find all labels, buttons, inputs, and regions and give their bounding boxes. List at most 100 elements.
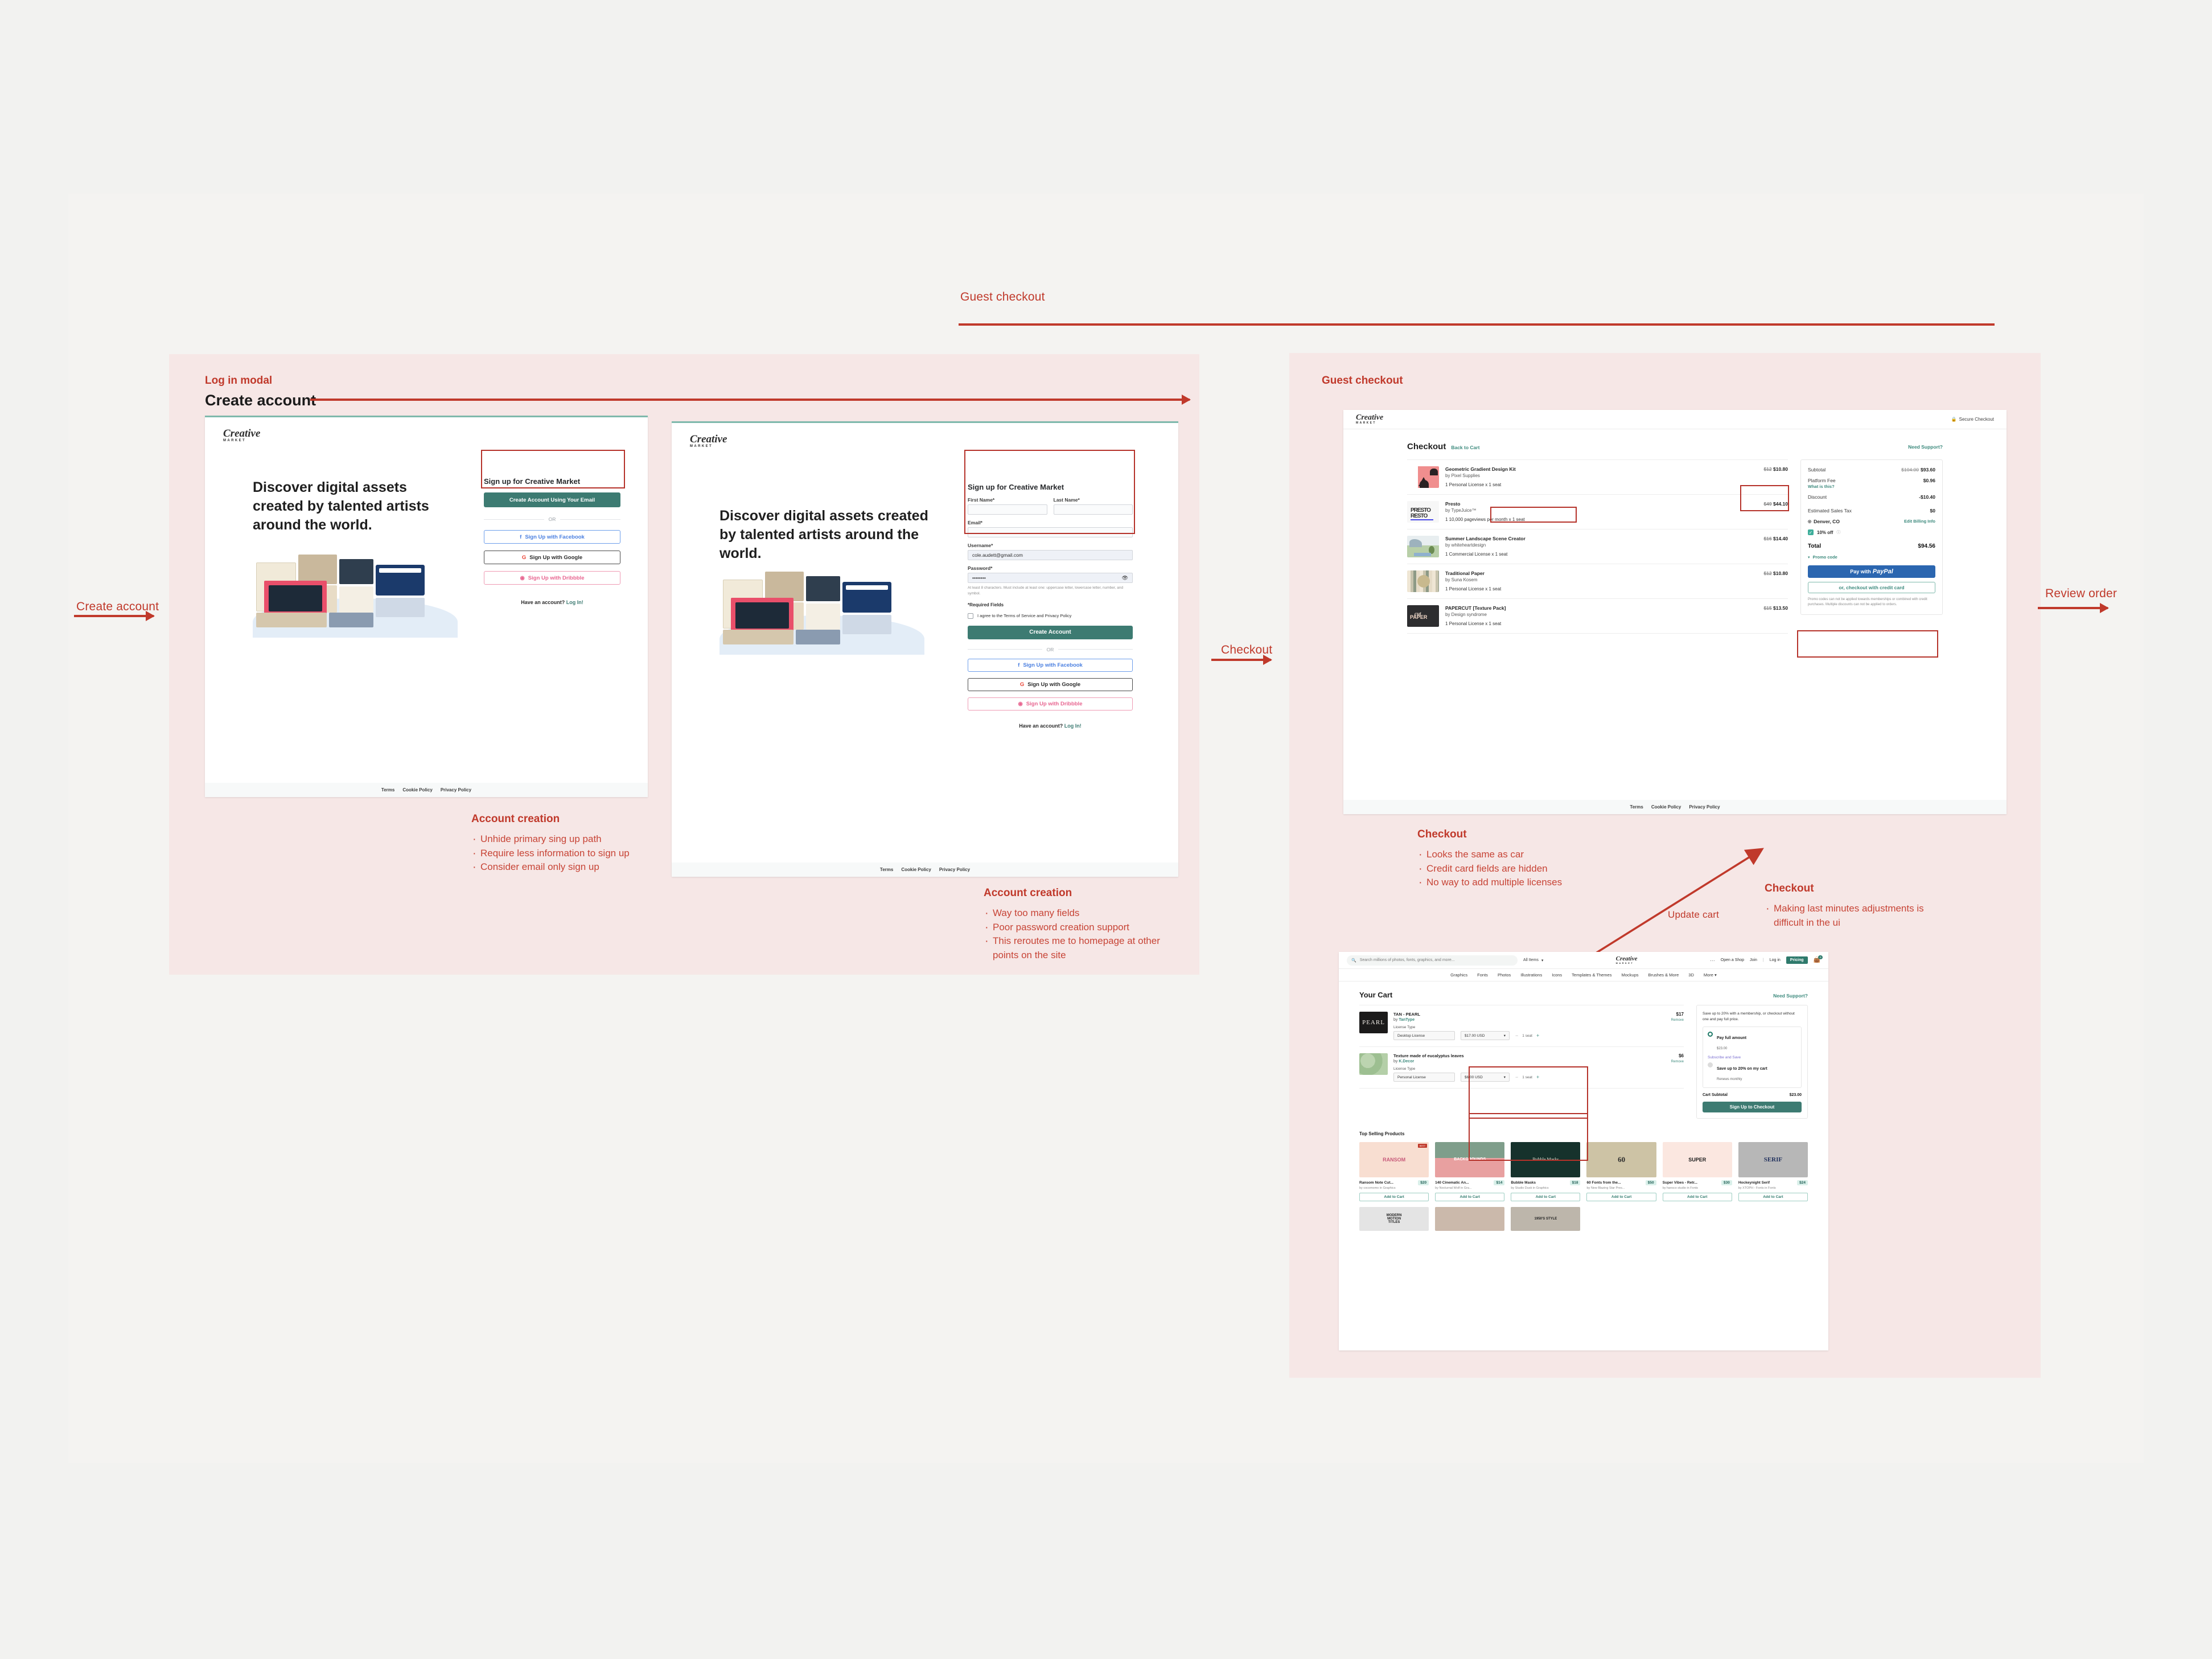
email-input[interactable]: [968, 527, 1133, 537]
first-name-input[interactable]: [968, 504, 1047, 515]
license-price-select-2[interactable]: $6.00 USD ▾: [1461, 1073, 1510, 1082]
mock-footer: Terms Cookie Policy Privacy Policy: [205, 783, 648, 797]
google-icon-2: G: [1019, 681, 1025, 688]
google-icon: G: [521, 554, 527, 561]
nav-item-brushes-more[interactable]: Brushes & More: [1648, 972, 1679, 978]
subscribe-and-save-link[interactable]: Subscribe and Save: [1708, 1056, 1796, 1060]
signup-dribbble-button[interactable]: ◉ Sign Up with Dribbble: [484, 571, 620, 585]
cart-icon[interactable]: 👜 0: [1814, 955, 1823, 963]
tos-row[interactable]: I agree to the Terms of Service and Priv…: [968, 613, 1133, 619]
nav-item-more[interactable]: More ▾: [1704, 972, 1717, 978]
pay-full-option[interactable]: Pay full amount $23.00: [1708, 1031, 1796, 1052]
product-card[interactable]: SERIF Hockeynight Serif $24 by XTOPH - F…: [1738, 1141, 1808, 1201]
footer-privacy-policy[interactable]: Privacy Policy: [441, 787, 471, 792]
product-card[interactable]: SUPER Super Vibes - Retr... $30 by hansc…: [1662, 1141, 1732, 1201]
hero-headline-2: Discover digital assets created by talen…: [719, 508, 928, 561]
cart-summary: Save up to 20% with a membership, or che…: [1696, 1005, 1808, 1119]
signup-google-button[interactable]: G Sign Up with Google: [484, 551, 620, 564]
promo-code-toggle[interactable]: ▾ Promo code: [1808, 555, 1935, 560]
all-items-dropdown[interactable]: All Items ▾: [1523, 958, 1543, 963]
decrement-seat-button-2[interactable]: −: [1515, 1074, 1518, 1080]
signup-facebook-button[interactable]: f Sign Up with Facebook: [484, 530, 620, 544]
search-input[interactable]: 🔍 Search millions of photos, fonts, grap…: [1347, 955, 1518, 966]
signup-facebook-button-2[interactable]: f Sign Up with Facebook: [968, 658, 1133, 672]
signup-column: Sign up for Creative Market Create Accou…: [484, 477, 620, 605]
edit-billing-link[interactable]: Edit Billing Info: [1904, 519, 1935, 524]
seat-stepper-2[interactable]: − 1 seat +: [1515, 1074, 1539, 1080]
login-link[interactable]: Log In!: [566, 599, 583, 605]
need-support-link[interactable]: Need Support?: [1908, 444, 1943, 450]
footer-terms-2[interactable]: Terms: [880, 867, 893, 872]
more-options-icon[interactable]: ···: [1710, 958, 1715, 963]
checkout-page-title: Checkout: [1407, 442, 1446, 451]
product-card[interactable]: Bubble Masks Bubble Masks $18 by Studio …: [1511, 1141, 1581, 1201]
license-price-select[interactable]: $17.00 USD ▾: [1461, 1031, 1510, 1040]
tos-checkbox[interactable]: [968, 613, 973, 619]
decrement-seat-button[interactable]: −: [1515, 1033, 1518, 1038]
nav-item-fonts[interactable]: Fonts: [1477, 972, 1488, 978]
nav-item-graphics[interactable]: Graphics: [1450, 972, 1467, 978]
remove-item-link-2[interactable]: Remove: [1671, 1060, 1684, 1063]
product-card[interactable]: MODERN MOTION TITLES: [1359, 1206, 1429, 1231]
add-to-cart-button[interactable]: Add to Cart: [1511, 1192, 1581, 1201]
product-card[interactable]: RANSOM BEST Ransom Note Cut... $20 by co…: [1359, 1141, 1429, 1201]
increment-seat-button[interactable]: +: [1536, 1033, 1539, 1038]
panel-label-guest-checkout: Guest checkout: [1322, 375, 1403, 387]
create-account-email-button[interactable]: Create Account Using Your Email: [484, 492, 620, 507]
need-support-link-cart[interactable]: Need Support?: [1773, 993, 1808, 999]
nav-item-3d[interactable]: 3D: [1688, 972, 1694, 978]
license-type-select[interactable]: Desktop License: [1393, 1031, 1455, 1040]
eye-icon[interactable]: 👁: [1122, 575, 1128, 581]
nav-item-photos[interactable]: Photos: [1498, 972, 1511, 978]
login-link-2[interactable]: Log In!: [1064, 723, 1082, 729]
create-account-button[interactable]: Create Account: [968, 625, 1133, 639]
password-input[interactable]: •••••••• 👁: [968, 573, 1133, 583]
nav-item-mockups[interactable]: Mockups: [1621, 972, 1638, 978]
remove-item-link[interactable]: Remove: [1671, 1019, 1684, 1022]
license-text: 1 10,000 pageviews per month x 1 seat: [1445, 517, 1525, 522]
seat-stepper[interactable]: − 1 seat +: [1515, 1033, 1539, 1038]
increment-seat-button-2[interactable]: +: [1536, 1074, 1539, 1080]
shop-link-2[interactable]: K.Decor: [1399, 1060, 1414, 1063]
signup-google-button-2[interactable]: G Sign Up with Google: [968, 677, 1133, 691]
save-20-option[interactable]: Save up to 20% on my cart Renews monthly: [1708, 1062, 1796, 1083]
open-shop-link[interactable]: Open a Shop: [1721, 958, 1744, 962]
footer-terms-3[interactable]: Terms: [1630, 804, 1643, 810]
add-to-cart-button[interactable]: Add to Cart: [1586, 1192, 1656, 1201]
signup-dribbble-button-2[interactable]: ◉ Sign Up with Dribbble: [968, 697, 1133, 711]
facebook-icon: f: [520, 533, 522, 540]
nav-item-templates-themes[interactable]: Templates & Themes: [1572, 972, 1611, 978]
add-to-cart-button[interactable]: Add to Cart: [1662, 1192, 1732, 1201]
license-type-select-2[interactable]: Personal License: [1393, 1073, 1455, 1082]
username-input[interactable]: cole.audett@gmail.com: [968, 550, 1133, 560]
summary-platform-fee: Platform Fee What is this? $0.96: [1808, 478, 1935, 489]
cart-topbar: 🔍 Search millions of photos, fonts, grap…: [1339, 952, 1828, 969]
add-to-cart-button[interactable]: Add to Cart: [1738, 1192, 1808, 1201]
shop-link[interactable]: TanType: [1399, 1018, 1415, 1022]
footer-privacy-policy-2[interactable]: Privacy Policy: [939, 867, 970, 872]
pay-with-paypal-button[interactable]: Pay with PayPal: [1808, 565, 1935, 578]
what-is-this-link[interactable]: What is this?: [1808, 484, 1835, 489]
product-card[interactable]: 60 60 Fonts from the... $50 by New Blazi…: [1586, 1141, 1656, 1201]
product-card[interactable]: BACKGROUNDS 140 Cinematic An... $14 by N…: [1435, 1141, 1505, 1201]
nav-item-icons[interactable]: Icons: [1552, 972, 1562, 978]
footer-privacy-policy-3[interactable]: Privacy Policy: [1689, 804, 1720, 810]
login-link-cart[interactable]: Log in: [1770, 958, 1781, 962]
sign-up-to-checkout-button[interactable]: Sign Up to Checkout: [1703, 1101, 1802, 1112]
footer-terms[interactable]: Terms: [381, 787, 394, 792]
product-card[interactable]: 1950'S STYLE: [1511, 1206, 1581, 1231]
product-card[interactable]: [1435, 1206, 1505, 1231]
checkout-credit-card-button[interactable]: or, checkout with credit card: [1808, 582, 1935, 593]
footer-cookie-policy[interactable]: Cookie Policy: [402, 787, 432, 792]
info-icon[interactable]: ⓘ: [1836, 529, 1840, 535]
footer-cookie-policy-2[interactable]: Cookie Policy: [901, 867, 931, 872]
pricing-button[interactable]: Pricing: [1786, 956, 1808, 964]
join-link[interactable]: Join: [1750, 958, 1757, 962]
last-name-label: Last Name*: [1053, 497, 1080, 503]
last-name-input[interactable]: [1053, 504, 1133, 515]
nav-item-illustrations[interactable]: Illustrations: [1520, 972, 1542, 978]
footer-cookie-policy-3[interactable]: Cookie Policy: [1651, 804, 1681, 810]
add-to-cart-button[interactable]: Add to Cart: [1359, 1192, 1429, 1201]
add-to-cart-button[interactable]: Add to Cart: [1435, 1192, 1505, 1201]
back-to-cart-link[interactable]: Back to Cart: [1451, 445, 1479, 450]
